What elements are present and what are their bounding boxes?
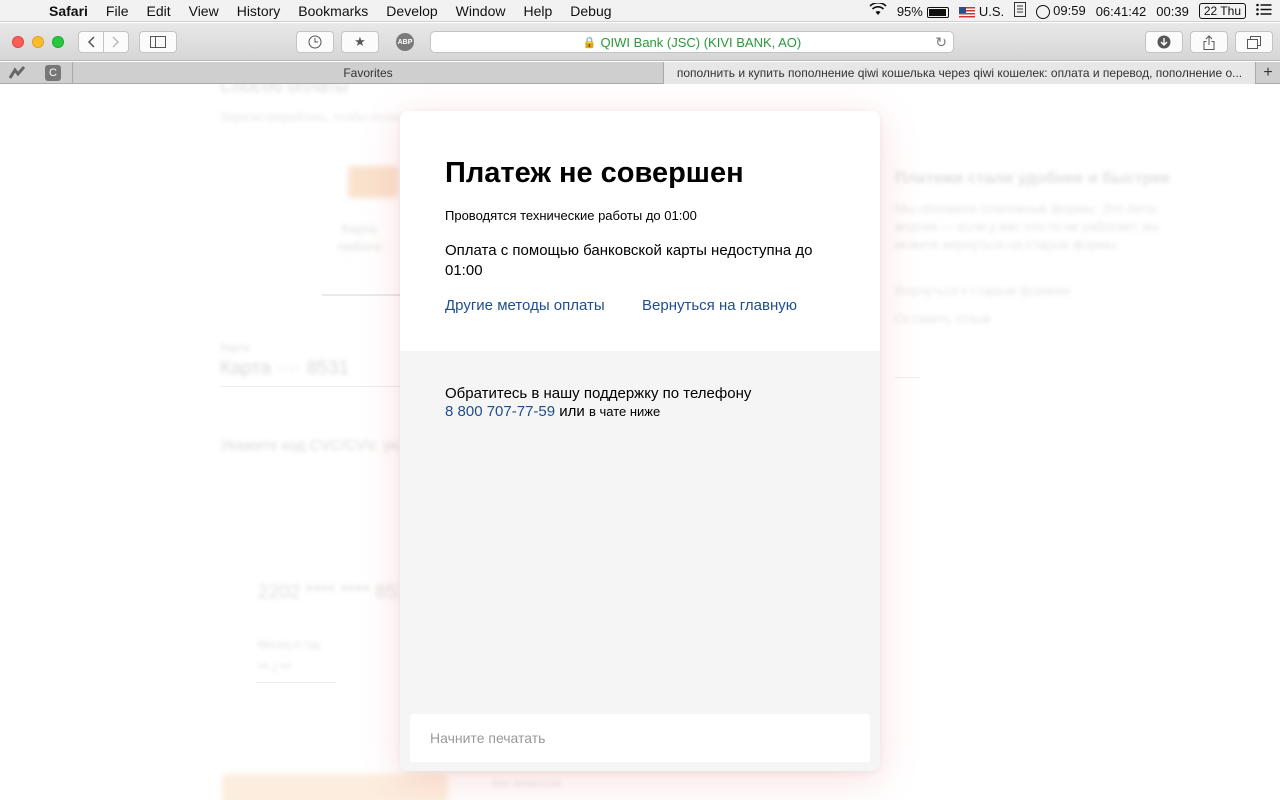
other-payment-methods-link[interactable]: Другие методы оплаты [445,297,605,314]
wifi-icon[interactable] [869,2,887,19]
share-icon [1203,34,1215,50]
menu-debug[interactable]: Debug [561,3,620,19]
input-source[interactable]: U.S. [958,3,1005,19]
us-flag-icon [958,6,975,18]
tab-active-label: пополнить и купить пополнение qiwi кошел… [676,66,1243,80]
chat-input[interactable] [410,714,870,762]
notes-icon[interactable] [1014,2,1027,20]
input-source-label: U.S. [978,3,1005,19]
menu-window[interactable]: Window [447,3,515,19]
support-chat-text: в чате ниже [588,404,661,419]
clock-time[interactable]: 06:41:42 [1096,4,1147,19]
pinned-tab-logo-icon[interactable] [9,65,25,81]
menu-file[interactable]: File [97,3,138,19]
support-text: Обратитесь в нашу поддержку по телефону [445,385,752,402]
pinned-tab-c[interactable]: C [45,65,61,81]
status-area: 95% U.S. 09:59 06:41:42 00:39 22 Thu [869,0,1272,22]
card-unavailable-message: Оплата с помощью банковской карты недост… [445,242,813,279]
menu-history[interactable]: History [228,3,290,19]
return-home-link[interactable]: Вернуться на главную [642,297,797,314]
tab-favorites-label: Favorites [343,66,393,80]
adblock-button[interactable]: ABP [391,31,419,53]
minimize-window-button[interactable] [32,36,44,48]
plus-icon: + [1263,64,1273,81]
reload-icon[interactable]: ↻ [935,34,947,51]
back-button[interactable] [78,31,104,53]
menu-develop[interactable]: Develop [377,3,446,19]
modal-title: Платеж не совершен [445,157,744,189]
chevron-left-icon [87,36,95,48]
bookmarks-button[interactable]: ★ [341,31,379,53]
tab-favorites[interactable]: Favorites [72,62,664,84]
sidebar-icon [150,36,166,48]
notification-center-icon[interactable] [1256,3,1272,19]
address-bar-text: QIWI Bank (JSC) (KIVI BANK, AO) [600,34,802,50]
downloads-button[interactable] [1145,31,1183,53]
maintenance-notice: Проводятся технические работы до 01:00 [445,208,697,223]
tab-bar: C Favorites пополнить и купить пополнени… [0,62,1280,84]
modal-header-section: Платеж не совершен Проводятся технически… [400,111,880,351]
timer-status[interactable]: 09:59 [1036,3,1086,19]
support-or-text: или [559,403,585,420]
chevron-right-icon [112,36,120,48]
menu-bookmarks[interactable]: Bookmarks [289,3,377,19]
timer-value: 09:59 [1053,3,1086,19]
date-badge[interactable]: 22 Thu [1198,3,1246,19]
timer-icon [1036,4,1051,19]
menu-bar: Safari File Edit View History Bookmarks … [0,0,1280,22]
star-icon: ★ [354,34,366,49]
menu-help[interactable]: Help [514,3,561,19]
forward-button[interactable] [103,31,129,53]
menu-edit[interactable]: Edit [137,3,179,19]
adblock-icon: ABP [396,33,414,51]
tab-active[interactable]: пополнить и купить пополнение qiwi кошел… [664,62,1256,84]
menu-view[interactable]: View [180,3,228,19]
menu-app-name[interactable]: Safari [40,3,97,19]
browser-toolbar: ★ ABP 🔒 QIWI Bank (JSC) (KIVI BANK, AO) … [0,23,1280,61]
payment-error-modal: Платеж не совершен Проводятся технически… [400,111,880,771]
countdown-time[interactable]: 00:39 [1156,4,1189,19]
battery-status[interactable]: 95% [897,4,949,19]
new-tab-button[interactable]: + [1256,62,1280,84]
tabs-icon [1247,35,1261,49]
download-icon [1157,35,1171,49]
tabs-overview-button[interactable] [1235,31,1273,53]
support-phone-link[interactable]: 8 800 707-77-59 [445,403,555,420]
address-bar[interactable]: 🔒 QIWI Bank (JSC) (KIVI BANK, AO) ↻ [430,31,954,53]
support-block: Обратитесь в нашу поддержку по телефону … [445,385,845,421]
clock-icon [308,35,322,49]
lock-icon: 🔒 [582,36,597,49]
battery-percent: 95% [896,3,923,19]
history-button[interactable] [296,31,334,53]
battery-icon [926,6,949,18]
sidebar-button[interactable] [139,31,177,53]
zoom-window-button[interactable] [52,36,64,48]
close-window-button[interactable] [12,36,24,48]
share-button[interactable] [1190,31,1228,53]
